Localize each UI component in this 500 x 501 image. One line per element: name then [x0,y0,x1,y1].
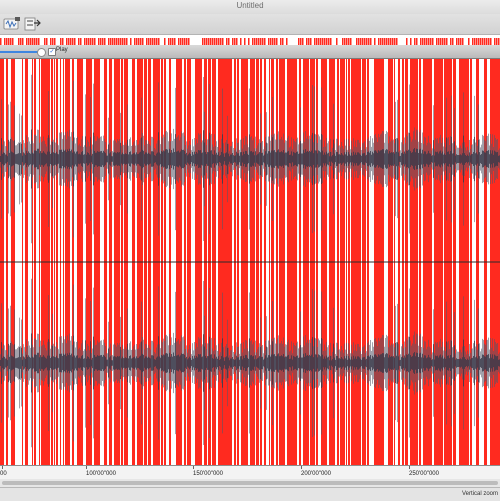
tick-mark [301,466,302,469]
tick-mark [86,466,87,469]
tick-mark [2,466,3,469]
status-bar: Vertical zoom [0,487,500,501]
zoom-slider-knob[interactable] [37,48,46,57]
toolbar [0,14,500,35]
play-checkbox[interactable]: ✓ [48,48,56,56]
tick-label: 250'00"000 [409,471,439,477]
play-label: Play [56,47,68,53]
waveform-edit-icon[interactable] [3,16,21,31]
tick-label: 100'00"000 [86,471,116,477]
transport-controls: ✓ Play [0,45,500,59]
horizontal-scrollbar[interactable] [0,479,500,487]
title-bar: Untitled [0,0,500,14]
tick-mark [409,466,410,469]
waveform-overview[interactable] [0,35,500,48]
window-title: Untitled [236,1,264,10]
tick-mark [193,466,194,469]
waveform-canvas [0,59,500,465]
tick-label: 00 [0,471,7,477]
vertical-zoom-label: Vertical zoom [461,491,498,497]
export-icon[interactable] [24,16,42,31]
time-ruler: 00 100'00"000 150'00"000 200'00"000 250'… [0,465,500,480]
scrollbar-thumb[interactable] [2,481,498,485]
zoom-slider-track[interactable] [0,51,40,53]
tick-label: 200'00"000 [301,471,331,477]
tick-label: 150'00"000 [193,471,223,477]
waveform-view[interactable] [0,59,500,465]
